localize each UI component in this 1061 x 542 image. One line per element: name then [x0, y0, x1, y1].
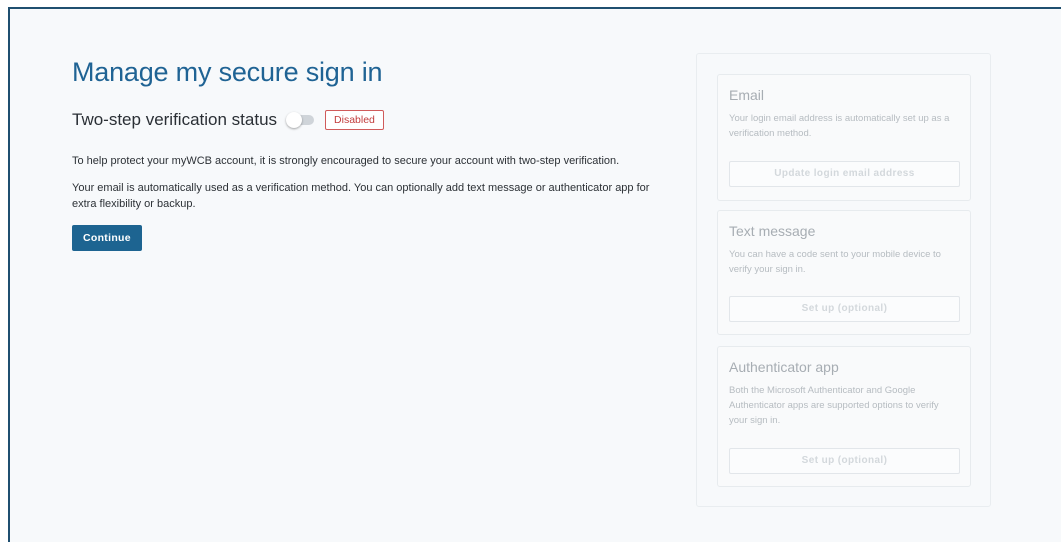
email-info-paragraph: Your email is automatically used as a ve…	[72, 182, 650, 210]
text-message-method-card: Text message You can have a code sent to…	[717, 210, 971, 335]
verification-status-label: Two-step verification status	[72, 110, 278, 129]
toggle-knob	[286, 112, 303, 128]
verification-methods-panel: Email Your login email address is automa…	[696, 53, 991, 507]
verification-status-row: Two-step verification status Disabled	[72, 110, 672, 130]
setup-authenticator-button[interactable]: Set up (optional)	[729, 448, 960, 474]
two-step-toggle[interactable]	[286, 112, 315, 128]
main-content: Manage my secure sign in Two-step verifi…	[72, 57, 672, 251]
email-card-description: Your login email address is automaticall…	[729, 113, 950, 139]
email-card-title: Email	[729, 87, 765, 103]
email-method-card: Email Your login email address is automa…	[717, 74, 971, 201]
text-message-card-title: Text message	[729, 223, 816, 239]
intro-paragraph: To help protect your myWCB account, it i…	[72, 155, 620, 167]
authenticator-card-description: Both the Microsoft Authenticator and Goo…	[729, 385, 939, 426]
text-message-card-description: You can have a code sent to your mobile …	[729, 249, 941, 275]
app-frame: Manage my secure sign in Two-step verifi…	[8, 7, 1061, 542]
authenticator-method-card: Authenticator app Both the Microsoft Aut…	[717, 346, 971, 487]
update-email-button[interactable]: Update login email address	[729, 161, 960, 187]
setup-text-message-button[interactable]: Set up (optional)	[729, 296, 960, 322]
page-title: Manage my secure sign in	[72, 57, 383, 87]
continue-button[interactable]: Continue	[72, 225, 142, 251]
status-badge: Disabled	[325, 110, 384, 130]
authenticator-card-title: Authenticator app	[729, 359, 839, 375]
